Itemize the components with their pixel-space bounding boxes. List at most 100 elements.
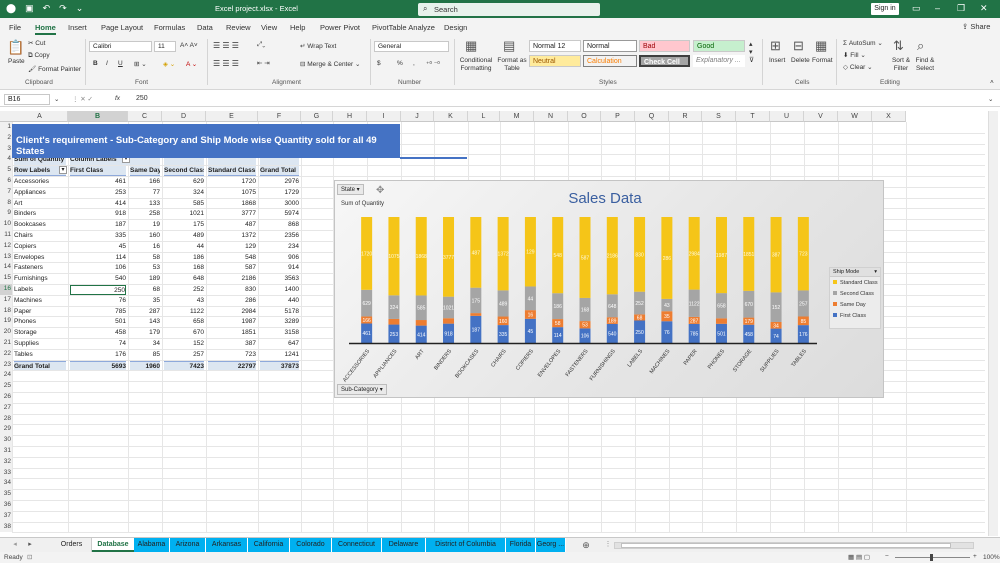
row-header[interactable]: 30 bbox=[0, 435, 12, 446]
pivot-value-cell[interactable]: 2976 bbox=[260, 177, 299, 187]
grand-total-cell[interactable]: 37873 bbox=[260, 360, 299, 371]
row-header[interactable]: 35 bbox=[0, 489, 12, 500]
row-filter-dropdown-icon[interactable]: ▾ bbox=[59, 166, 67, 175]
pivot-value-cell[interactable]: 1400 bbox=[260, 285, 299, 295]
column-header[interactable]: V bbox=[804, 111, 838, 122]
pivot-row-label[interactable]: Tables bbox=[14, 350, 66, 360]
format-painter-button[interactable]: 🖌 Format Painter bbox=[28, 65, 81, 73]
pivot-column-header[interactable]: Same Day bbox=[130, 166, 160, 176]
pivot-row-label[interactable]: Copiers bbox=[14, 242, 66, 252]
merge-center-button[interactable]: ⊟ Merge & Center ⌄ bbox=[300, 60, 360, 68]
indent-icons[interactable]: ⇤ ⇥ bbox=[257, 59, 270, 67]
fill-color-icon[interactable]: ◈ ⌄ bbox=[163, 60, 175, 68]
zoom-slider-thumb[interactable] bbox=[930, 554, 933, 561]
legend-item[interactable]: Second Class bbox=[830, 288, 880, 299]
tab-review[interactable]: Review bbox=[226, 23, 251, 32]
pivot-value-cell[interactable]: 166 bbox=[130, 177, 160, 187]
tab-power-pivot[interactable]: Power Pivot bbox=[320, 23, 360, 32]
comma-button[interactable]: , bbox=[413, 60, 415, 67]
pivot-row-label[interactable]: Paper bbox=[14, 307, 66, 317]
view-mode-icons[interactable]: ▦ ▤ ▢ bbox=[848, 553, 870, 561]
pivot-value-cell[interactable]: 548 bbox=[208, 253, 256, 263]
row-header[interactable]: 6 bbox=[0, 176, 12, 187]
pivot-value-cell[interactable]: 1372 bbox=[208, 231, 256, 241]
column-header[interactable]: Q bbox=[635, 111, 669, 122]
zoom-in-icon[interactable]: + bbox=[973, 553, 977, 560]
pivot-value-cell[interactable]: 1075 bbox=[208, 188, 256, 198]
pivot-value-cell[interactable]: 106 bbox=[70, 263, 126, 273]
pivot-value-cell[interactable]: 287 bbox=[130, 307, 160, 317]
tab-design[interactable]: Design bbox=[444, 23, 467, 32]
bold-button[interactable]: B bbox=[93, 60, 98, 67]
zoom-out-icon[interactable]: − bbox=[885, 553, 889, 560]
pivot-column-header[interactable]: First Class bbox=[70, 166, 126, 176]
format-table-icon[interactable]: ▤ bbox=[503, 38, 515, 54]
pivot-value-cell[interactable]: 19 bbox=[130, 220, 160, 230]
style-explanatory[interactable]: Explanatory ... bbox=[693, 55, 745, 67]
column-header[interactable]: J bbox=[401, 111, 434, 122]
sheet-tab[interactable]: Connecticut bbox=[332, 538, 382, 552]
zoom-slider[interactable] bbox=[895, 554, 970, 561]
sheet-tab[interactable]: Alabama bbox=[134, 538, 170, 552]
pivot-value-cell[interactable]: 629 bbox=[164, 177, 204, 187]
grand-total-cell[interactable]: 7423 bbox=[164, 360, 204, 371]
insert-button[interactable]: Insert bbox=[769, 57, 785, 64]
row-header[interactable]: 22 bbox=[0, 348, 12, 360]
style-neutral[interactable]: Neutral bbox=[529, 55, 581, 67]
pivot-row-label[interactable]: Machines bbox=[14, 296, 66, 306]
column-header[interactable]: H bbox=[333, 111, 367, 122]
row-header[interactable]: 8 bbox=[0, 197, 12, 209]
sheet-tab[interactable]: District of Columbia bbox=[426, 538, 506, 552]
pivot-value-cell[interactable]: 44 bbox=[164, 242, 204, 252]
pivot-chart[interactable]: State ▾ Sum of Quantity Sub-Category ▾ ✥… bbox=[334, 180, 884, 398]
pivot-value-cell[interactable]: 1021 bbox=[164, 209, 204, 219]
row-header[interactable]: 34 bbox=[0, 478, 12, 490]
sheet-tab[interactable]: Orders bbox=[52, 538, 92, 552]
pivot-row-label[interactable]: Supplies bbox=[14, 339, 66, 349]
autosum-button[interactable]: Σ AutoSum ⌄ bbox=[843, 39, 883, 47]
format-button[interactable]: Format bbox=[812, 57, 833, 64]
prev-sheet-icon[interactable]: ◂ bbox=[10, 538, 20, 552]
pivot-value-cell[interactable]: 1720 bbox=[208, 177, 256, 187]
conditional-formatting-icon[interactable]: ▦ bbox=[465, 38, 477, 54]
pivot-value-cell[interactable]: 785 bbox=[70, 307, 126, 317]
sign-in-button[interactable]: Sign in bbox=[871, 3, 899, 15]
pivot-value-cell[interactable]: 501 bbox=[70, 317, 126, 327]
column-header[interactable]: X bbox=[872, 111, 906, 122]
italic-button[interactable]: I bbox=[106, 60, 108, 67]
close-icon[interactable]: ✕ bbox=[980, 3, 988, 14]
grand-total-cell[interactable]: 1960 bbox=[130, 360, 160, 371]
format-cells-icon[interactable]: ▦ bbox=[815, 38, 827, 54]
macro-record-icon[interactable]: ⊡ bbox=[27, 553, 32, 561]
pivot-value-cell[interactable]: 76 bbox=[70, 296, 126, 306]
pivot-value-cell[interactable]: 3777 bbox=[208, 209, 256, 219]
row-header[interactable]: 19 bbox=[0, 316, 12, 328]
sheet-tab[interactable]: Georg ... bbox=[536, 538, 566, 552]
row-header[interactable]: 37 bbox=[0, 510, 12, 522]
legend-field-button[interactable]: Ship Mode ▾ bbox=[830, 268, 880, 277]
paste-icon[interactable]: 📋 bbox=[7, 39, 24, 56]
pivot-value-cell[interactable]: 53 bbox=[130, 263, 160, 273]
pivot-value-cell[interactable]: 74 bbox=[70, 339, 126, 349]
pivot-value-cell[interactable]: 914 bbox=[260, 263, 299, 273]
expand-formula-icon[interactable]: ⌄ bbox=[988, 95, 993, 103]
pivot-value-cell[interactable]: 387 bbox=[208, 339, 256, 349]
pivot-value-cell[interactable]: 168 bbox=[164, 263, 204, 273]
pivot-value-cell[interactable]: 16 bbox=[130, 242, 160, 252]
search-box[interactable]: ⌕ Search bbox=[418, 3, 600, 16]
row-header[interactable]: 3 bbox=[0, 143, 12, 155]
column-header[interactable]: A bbox=[12, 111, 68, 122]
formula-input[interactable]: 250 bbox=[136, 95, 148, 102]
pivot-value-cell[interactable]: 114 bbox=[70, 253, 126, 263]
row-header[interactable]: 15 bbox=[0, 273, 12, 284]
horizontal-align-icons[interactable]: ☰ ☰ ☰ bbox=[213, 59, 239, 68]
delete-button[interactable]: Delete bbox=[791, 57, 810, 64]
customize-qat-icon[interactable]: ⌄ bbox=[76, 3, 84, 14]
autosave-toggle-icon[interactable]: ⬤ bbox=[6, 3, 16, 14]
pivot-column-header[interactable]: Standard Class bbox=[208, 166, 256, 176]
number-format-select[interactable]: General bbox=[374, 41, 449, 52]
pivot-value-cell[interactable]: 324 bbox=[164, 188, 204, 198]
select-all-corner[interactable] bbox=[0, 111, 12, 122]
pivot-row-label[interactable]: Fasteners bbox=[14, 263, 66, 273]
column-header[interactable]: M bbox=[500, 111, 534, 122]
